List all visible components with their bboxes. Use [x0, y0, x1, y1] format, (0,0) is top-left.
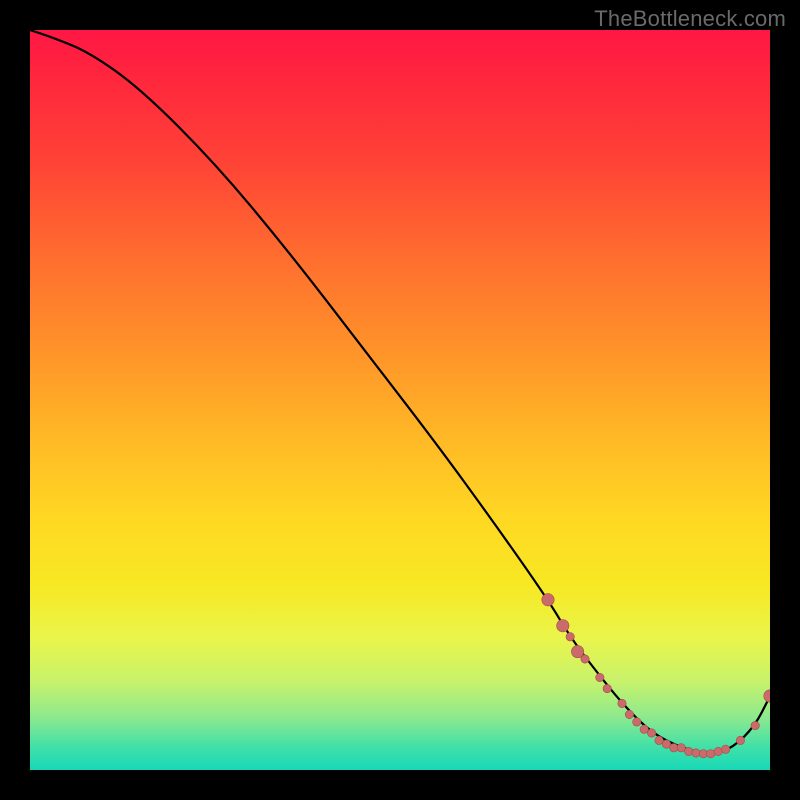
curve-marker [684, 747, 692, 755]
curve-marker [596, 673, 604, 681]
curve-marker [566, 633, 574, 641]
curve-marker [618, 699, 626, 707]
curve-marker [764, 690, 770, 702]
curve-marker [542, 594, 554, 606]
curve-marker [692, 749, 700, 757]
curve-marker [714, 747, 722, 755]
attribution-label: TheBottleneck.com [594, 6, 786, 32]
curve-marker [751, 721, 759, 729]
curve-marker [647, 729, 655, 737]
curve-marker [677, 744, 685, 752]
curve-marker [571, 645, 583, 657]
curve-marker [736, 736, 744, 744]
curve-marker [557, 620, 569, 632]
plot-area [30, 30, 770, 770]
chart-root: TheBottleneck.com [0, 0, 800, 800]
curve-marker [721, 745, 729, 753]
curve-marker [655, 736, 663, 744]
curve-marker [603, 684, 611, 692]
bottleneck-curve [30, 30, 770, 753]
curve-marker [662, 740, 670, 748]
curve-svg [30, 30, 770, 770]
curve-marker [633, 718, 641, 726]
curve-marker [625, 710, 633, 718]
curve-marker [707, 750, 715, 758]
curve-marker [640, 725, 648, 733]
marker-group [542, 594, 770, 758]
